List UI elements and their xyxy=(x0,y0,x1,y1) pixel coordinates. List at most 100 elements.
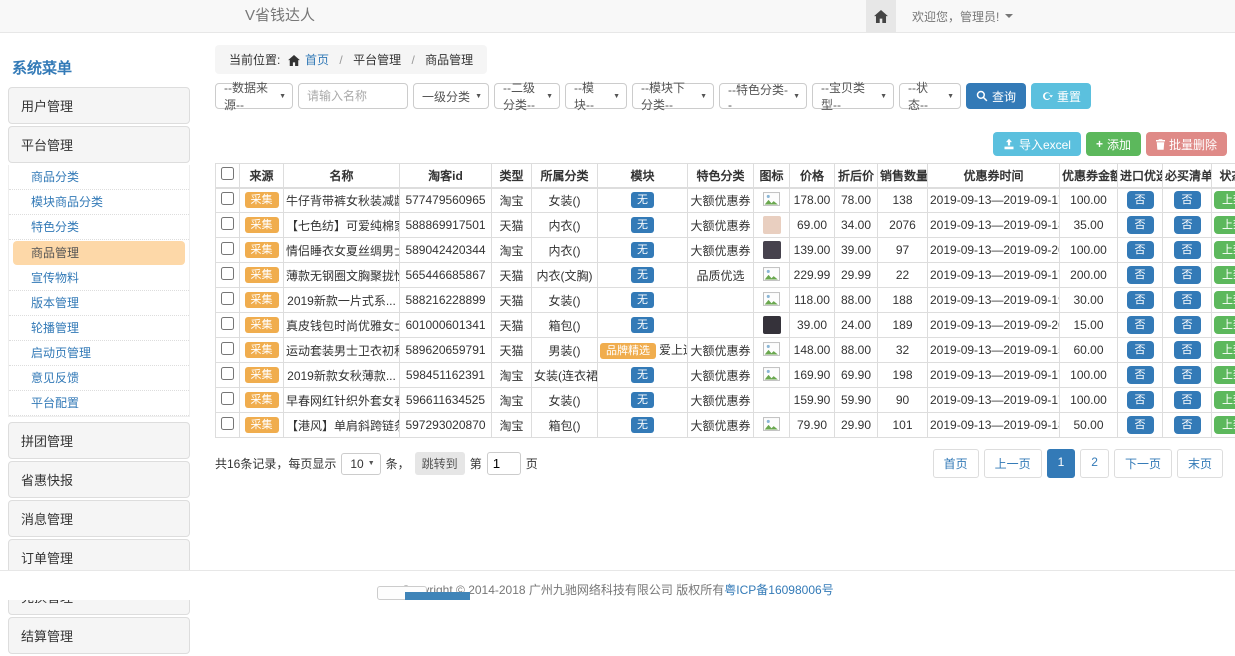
add-button[interactable]: + 添加 xyxy=(1086,132,1141,156)
must-buy-flag-button[interactable]: 否 xyxy=(1174,316,1201,334)
feature-category-cell: 大额优惠券 xyxy=(688,413,754,438)
row-checkbox[interactable] xyxy=(221,217,234,230)
import-flag-button[interactable]: 否 xyxy=(1127,291,1154,309)
filter-select-item-type[interactable]: --宝贝类型--▼ xyxy=(812,83,894,109)
chevron-down-icon: ▼ xyxy=(880,93,887,100)
pager-prev[interactable]: 上一页 xyxy=(984,449,1042,478)
must-buy-flag-button[interactable]: 否 xyxy=(1174,341,1201,359)
import-flag-button[interactable]: 否 xyxy=(1127,391,1154,409)
filter-select-feature-category[interactable]: --特色分类--▼ xyxy=(719,83,807,109)
must-buy-flag-button[interactable]: 否 xyxy=(1174,241,1201,259)
import-excel-button[interactable]: 导入excel xyxy=(993,132,1081,156)
sidebar-group-users[interactable]: 用户管理 xyxy=(8,87,190,124)
must-buy-flag-button[interactable]: 否 xyxy=(1174,366,1201,384)
select-all-checkbox[interactable] xyxy=(221,167,234,180)
sidebar-group-item[interactable]: 消息管理 xyxy=(8,500,190,537)
filter-select-data-source[interactable]: --数据来源--▼ xyxy=(215,83,293,109)
search-button[interactable]: 查询 xyxy=(966,83,1026,109)
column-header: 优惠券金额 xyxy=(1060,164,1118,188)
pager-last[interactable]: 末页 xyxy=(1177,449,1223,478)
coupon-time-cell: 2019-09-13—2019-09-15 xyxy=(928,338,1060,363)
import-flag-button[interactable]: 否 xyxy=(1127,366,1154,384)
import-flag-button[interactable]: 否 xyxy=(1127,241,1154,259)
row-checkbox[interactable] xyxy=(221,242,234,255)
import-flag-button[interactable]: 否 xyxy=(1127,266,1154,284)
import-flag-button[interactable]: 否 xyxy=(1127,216,1154,234)
row-checkbox[interactable] xyxy=(221,192,234,205)
sidebar-group-item[interactable]: 拼团管理 xyxy=(8,422,190,459)
status-button[interactable]: 上架 xyxy=(1214,191,1235,209)
column-header: 类型 xyxy=(492,164,532,188)
must-buy-flag-button[interactable]: 否 xyxy=(1174,266,1201,284)
import-flag-button[interactable]: 否 xyxy=(1127,191,1154,209)
filter-select-module-subcategory[interactable]: --模块下分类--▼ xyxy=(632,83,714,109)
pager-page[interactable]: 1 xyxy=(1047,449,1076,478)
status-button[interactable]: 上架 xyxy=(1214,341,1235,359)
sidebar-group-item[interactable]: 结算管理 xyxy=(8,617,190,654)
table-row: 采集运动套装男士卫衣初秋...589620659791天猫男装()品牌精选爱上运… xyxy=(216,338,1235,363)
page-size-select[interactable]: 10 ▼ xyxy=(341,453,380,475)
sales-cell: 101 xyxy=(878,413,928,438)
feature-category-cell: 大额优惠券 xyxy=(688,338,754,363)
sidebar-sub-item[interactable]: 版本管理 xyxy=(9,291,189,316)
sidebar-sub-item[interactable]: 意见反馈 xyxy=(9,366,189,391)
sidebar-sub-item[interactable]: 轮播管理 xyxy=(9,316,189,341)
status-button[interactable]: 上架 xyxy=(1214,241,1235,259)
name-search-input[interactable] xyxy=(298,83,408,109)
sidebar-group-item[interactable]: 省惠快报 xyxy=(8,461,190,498)
must-buy-flag-button[interactable]: 否 xyxy=(1174,291,1201,309)
must-buy-flag-button[interactable]: 否 xyxy=(1174,391,1201,409)
user-menu[interactable]: 欢迎您，管理员! xyxy=(912,8,1013,25)
breadcrumb-home-link[interactable]: 首页 xyxy=(284,53,333,67)
sidebar-sub-item[interactable]: 宣传物料 xyxy=(9,266,189,291)
filter-select-level2-category[interactable]: --二级分类--▼ xyxy=(494,83,560,109)
row-checkbox[interactable] xyxy=(221,392,234,405)
must-buy-flag-button[interactable]: 否 xyxy=(1174,216,1201,234)
status-button[interactable]: 上架 xyxy=(1214,216,1235,234)
column-header: 来源 xyxy=(240,164,284,188)
status-button[interactable]: 上架 xyxy=(1214,366,1235,384)
must-buy-flag-button[interactable]: 否 xyxy=(1174,416,1201,434)
batch-delete-button[interactable]: 批量删除 xyxy=(1146,132,1227,156)
sales-cell: 22 xyxy=(878,263,928,288)
status-button[interactable]: 上架 xyxy=(1214,266,1235,284)
row-checkbox[interactable] xyxy=(221,342,234,355)
filter-select-status[interactable]: --状态--▼ xyxy=(899,83,961,109)
filter-select-module[interactable]: --模块--▼ xyxy=(565,83,627,109)
sidebar-sub-item[interactable]: 模块商品分类 xyxy=(9,190,189,215)
sidebar-sub-item[interactable]: 商品管理 xyxy=(13,241,185,265)
import-flag-button[interactable]: 否 xyxy=(1127,341,1154,359)
jump-page-input[interactable] xyxy=(487,452,521,475)
import-flag-button[interactable]: 否 xyxy=(1127,316,1154,334)
must-buy-flag-button[interactable]: 否 xyxy=(1174,191,1201,209)
icp-link[interactable]: 粤ICP备16098006号 xyxy=(724,583,833,597)
sidebar-sub-item[interactable]: 启动页管理 xyxy=(9,341,189,366)
row-checkbox[interactable] xyxy=(221,367,234,380)
feature-category-cell: 大额优惠券 xyxy=(688,188,754,213)
sidebar-sub-item[interactable]: 特色分类 xyxy=(9,215,189,240)
home-button[interactable] xyxy=(866,0,896,32)
discount-price-cell: 59.90 xyxy=(835,388,878,413)
table-row: 采集2019新款女秋薄款...598451162391淘宝女装(连衣裙)无大额优… xyxy=(216,363,1235,388)
footer: Copyright © 2014-2018 广州九驰网络科技有限公司 版权所有粤… xyxy=(0,570,1235,600)
reset-button[interactable]: 重置 xyxy=(1031,83,1091,109)
icon-cell xyxy=(754,363,790,388)
pager-next[interactable]: 下一页 xyxy=(1114,449,1172,478)
jump-button[interactable]: 跳转到 xyxy=(415,452,465,475)
row-checkbox[interactable] xyxy=(221,417,234,430)
status-button[interactable]: 上架 xyxy=(1214,391,1235,409)
broken-image-icon xyxy=(763,417,780,431)
pager-first[interactable]: 首页 xyxy=(933,449,979,478)
filter-select-level1-category[interactable]: 一级分类▼ xyxy=(413,83,489,109)
sidebar-sub-item[interactable]: 商品分类 xyxy=(9,165,189,190)
status-button[interactable]: 上架 xyxy=(1214,291,1235,309)
import-flag-button[interactable]: 否 xyxy=(1127,416,1154,434)
sidebar-group-platform[interactable]: 平台管理 xyxy=(8,126,190,163)
sidebar-sub-item[interactable]: 平台配置 xyxy=(9,391,189,416)
pager-page[interactable]: 2 xyxy=(1080,449,1109,478)
status-button[interactable]: 上架 xyxy=(1214,416,1235,434)
row-checkbox[interactable] xyxy=(221,267,234,280)
status-button[interactable]: 上架 xyxy=(1214,316,1235,334)
row-checkbox[interactable] xyxy=(221,317,234,330)
row-checkbox[interactable] xyxy=(221,292,234,305)
